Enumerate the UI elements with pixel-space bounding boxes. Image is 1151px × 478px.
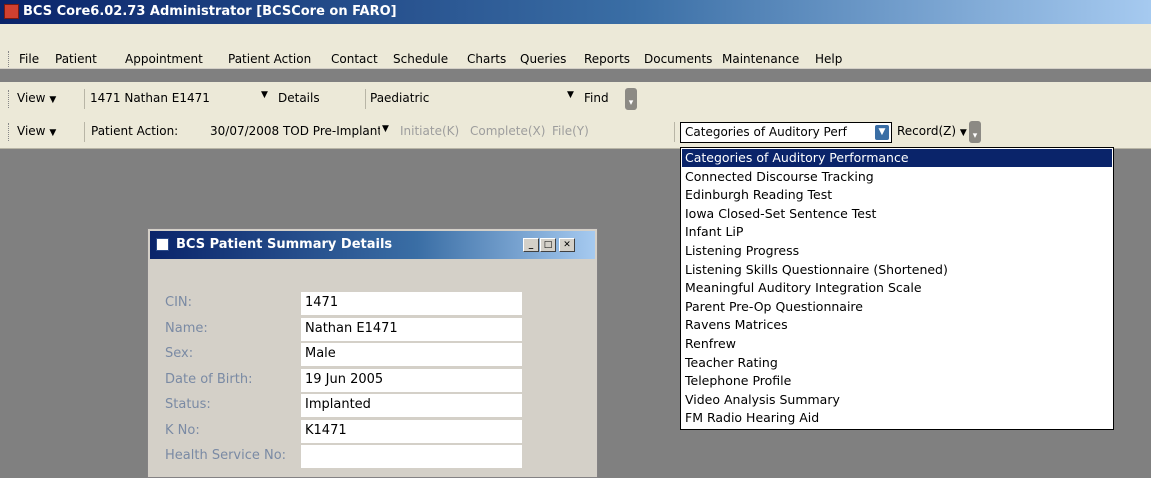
patient-action-label: Patient Action: <box>91 124 179 138</box>
menu-maintenance[interactable]: Maintenance <box>722 52 799 66</box>
dropdown-option[interactable]: FM Radio Hearing Aid <box>682 409 1112 427</box>
app-title: BCS Core6.02.73 Administrator [BCSCore o… <box>23 4 397 19</box>
menu-patient[interactable]: Patient <box>55 52 97 66</box>
field-label: Name: <box>165 320 208 336</box>
field-value: Nathan E1471 <box>301 317 522 341</box>
dropdown-arrow-icon: ▼ <box>49 128 57 138</box>
patient-combo[interactable]: 1471 Nathan E1471 <box>90 91 270 105</box>
dropdown-option[interactable]: Connected Discourse Tracking <box>682 168 1112 186</box>
field-value: 1471 <box>301 292 522 315</box>
menu-help[interactable]: Help <box>815 52 842 66</box>
separator <box>84 122 85 142</box>
menu-patient-action[interactable]: Patient Action <box>228 52 311 66</box>
separator <box>84 89 85 109</box>
record-label: Record(Z) <box>897 124 957 138</box>
toolbar-overflow-icon[interactable]: ▾ <box>969 121 981 143</box>
dropdown-option[interactable]: Edinburgh Reading Test <box>682 186 1112 204</box>
dropdown-option[interactable]: Video Analysis Summary <box>682 391 1112 409</box>
menu-appointment[interactable]: Appointment <box>125 52 203 66</box>
patient-combo-arrow-icon[interactable]: ▼ <box>261 90 268 100</box>
minimize-button[interactable]: _ <box>523 238 539 252</box>
dropdown-option[interactable]: Listening Skills Questionnaire (Shortene… <box>682 261 1112 279</box>
maximize-button[interactable]: □ <box>540 238 556 252</box>
separator <box>674 122 675 142</box>
menu-charts[interactable]: Charts <box>467 52 506 66</box>
field-label: K No: <box>165 422 200 438</box>
field-value: 19 Jun 2005 <box>301 368 522 392</box>
field-label: Date of Birth: <box>165 371 253 387</box>
patient-action-toolbar: View ▼ Patient Action: 30/07/2008 TOD Pr… <box>0 116 1151 149</box>
view-label: View <box>17 124 46 138</box>
menu-queries[interactable]: Queries <box>520 52 566 66</box>
field-label: Health Service No: <box>165 448 287 463</box>
category-combo-arrow-icon[interactable]: ▼ <box>567 90 574 100</box>
app-icon <box>4 4 19 19</box>
field-label: CIN: <box>165 295 193 310</box>
dropdown-option[interactable]: Renfrew <box>682 335 1112 353</box>
find-button[interactable]: Find <box>584 91 609 105</box>
field-label: Sex: <box>165 346 194 361</box>
patient-combo-value: 1471 Nathan E1471 <box>90 91 210 105</box>
separator <box>365 89 366 109</box>
dropdown-option[interactable]: Infant LiP <box>682 223 1112 241</box>
record-type-arrow-icon[interactable]: ▼ <box>875 125 889 140</box>
dropdown-option[interactable]: Listening Progress <box>682 242 1112 260</box>
dropdown-arrow-icon: ▼ <box>49 95 57 105</box>
form-icon <box>156 238 169 251</box>
dropdown-option[interactable]: Telephone Profile <box>682 372 1112 390</box>
summary-window-title: BCS Patient Summary Details <box>176 237 393 252</box>
patient-summary-window: BCS Patient Summary Details _ □ ✕ CIN: 14… <box>147 228 598 478</box>
dropdown-option[interactable]: Parent Pre-Op Questionnaire <box>682 298 1112 316</box>
category-combo-value[interactable]: Paediatric <box>370 91 429 105</box>
menu-contact[interactable]: Contact <box>331 52 378 66</box>
close-button[interactable]: ✕ <box>559 238 575 252</box>
dropdown-option[interactable]: Ravens Matrices <box>682 316 1112 334</box>
record-type-combo[interactable]: Categories of Auditory Perf ▼ <box>680 122 892 143</box>
field-value: Implanted <box>301 394 522 417</box>
summary-window-title-bar[interactable]: BCS Patient Summary Details _ □ ✕ <box>150 231 595 259</box>
menu-file[interactable]: File <box>19 52 39 66</box>
field-value: K1471 <box>301 419 522 443</box>
field-label: Status: <box>165 397 211 412</box>
menu-bar: File Patient Appointment Patient Action … <box>0 24 1151 69</box>
patient-toolbar: View ▼ 1471 Nathan E1471 ▼ Details Paedi… <box>0 82 1151 116</box>
dropdown-option[interactable]: Iowa Closed-Set Sentence Test <box>682 205 1112 223</box>
field-value <box>301 445 522 468</box>
toolbar-overflow-icon[interactable]: ▾ <box>625 88 637 110</box>
details-button[interactable]: Details <box>278 91 320 105</box>
action-combo-value[interactable]: 30/07/2008 TOD Pre-Implant A <box>210 124 380 138</box>
toolbar-grip <box>8 90 12 108</box>
record-type-value: Categories of Auditory Perf <box>685 125 847 139</box>
menu-grip <box>8 51 12 67</box>
complete-button[interactable]: Complete(X) <box>470 124 545 138</box>
view-label: View <box>17 91 46 105</box>
view-menu-button[interactable]: View ▼ <box>17 91 56 105</box>
record-type-dropdown-list: Categories of Auditory Performance Connec… <box>680 147 1114 430</box>
dropdown-arrow-icon: ▼ <box>959 128 967 138</box>
dropdown-option[interactable]: Teacher Rating <box>682 354 1112 372</box>
field-value: Male <box>301 343 522 366</box>
view-menu-button[interactable]: View ▼ <box>17 124 56 138</box>
dropdown-option[interactable]: Categories of Auditory Performance <box>682 149 1112 167</box>
initiate-button[interactable]: Initiate(K) <box>400 124 459 138</box>
dropdown-option[interactable]: Meaningful Auditory Integration Scale <box>682 279 1112 297</box>
toolbar-grip <box>8 123 12 141</box>
menu-schedule[interactable]: Schedule <box>393 52 448 66</box>
app-title-bar: BCS Core6.02.73 Administrator [BCSCore o… <box>0 0 1151 24</box>
menu-reports[interactable]: Reports <box>584 52 630 66</box>
file-button[interactable]: File(Y) <box>552 124 589 138</box>
record-menu-button[interactable]: Record(Z) ▼ <box>897 124 967 138</box>
menu-documents[interactable]: Documents <box>644 52 712 66</box>
action-combo-arrow[interactable]: ▼ <box>380 123 394 140</box>
